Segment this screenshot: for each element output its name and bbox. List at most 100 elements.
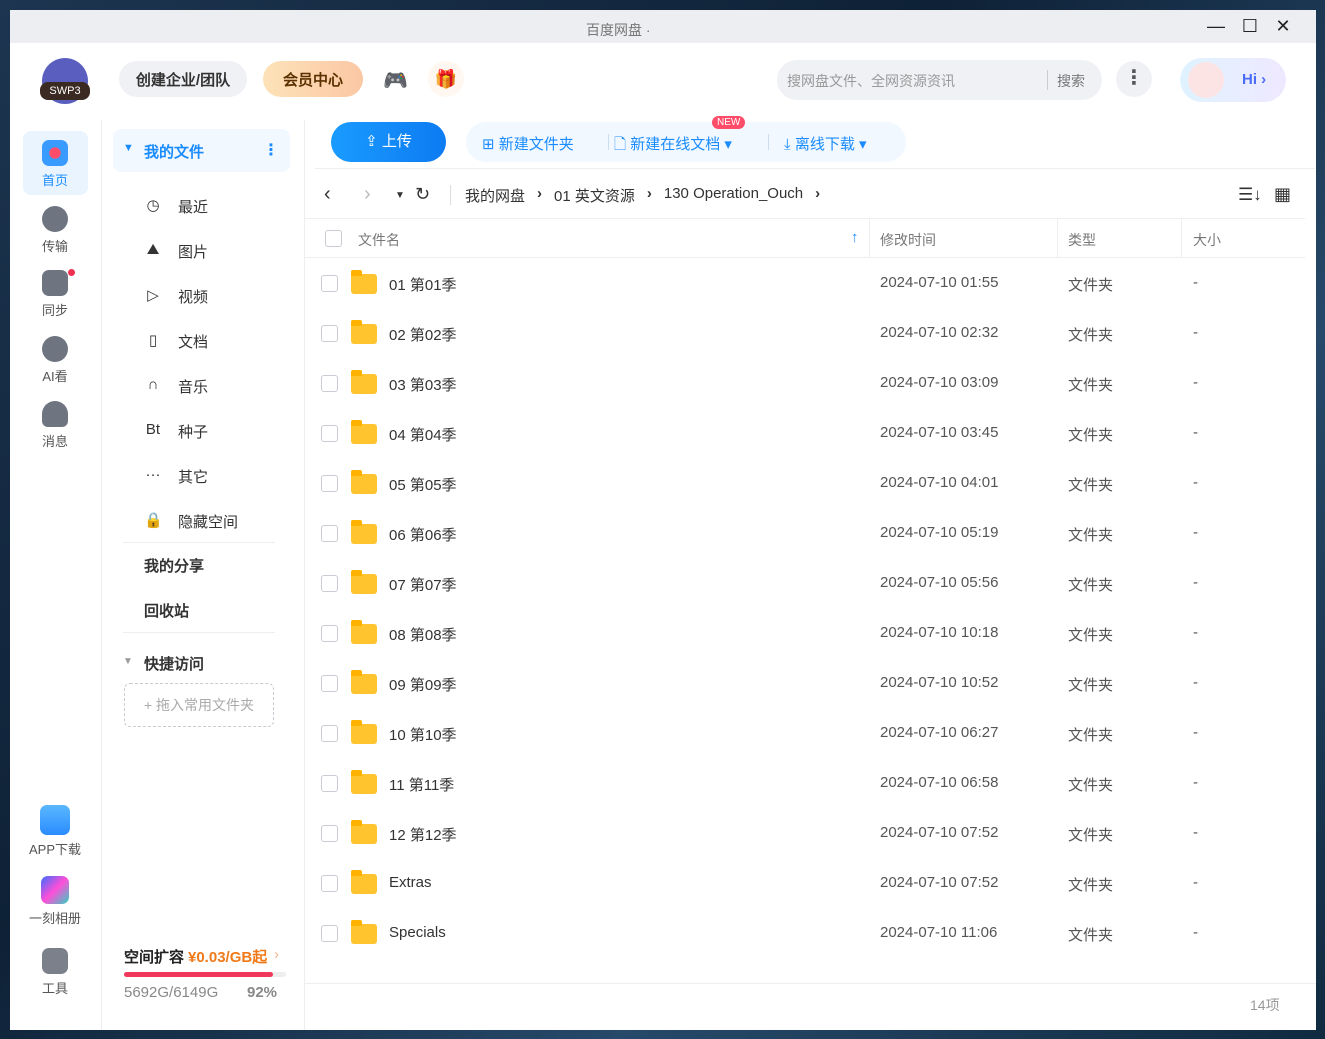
row-checkbox[interactable] [321,325,338,342]
breadcrumb-item[interactable]: 01 英文资源 [554,185,635,206]
row-checkbox[interactable] [321,425,338,442]
table-row[interactable]: 02 第02季 2024-07-10 02:32 文件夹 - [305,308,1305,358]
file-modified: 2024-07-10 04:01 [880,474,998,491]
nav-item-icon: 🔒 [144,511,162,529]
grid-view-icon[interactable]: ▦ [1274,184,1291,205]
storage-price[interactable]: ¥0.03/GB起 [188,946,267,967]
my-files-more-icon[interactable]: ⋮ [263,140,279,160]
new-folder-button[interactable]: ⊞ 新建文件夹 [482,133,574,154]
file-name[interactable]: 07 第07季 [389,574,457,595]
table-row[interactable]: 01 第01季 2024-07-10 01:55 文件夹 - [305,258,1305,308]
file-name[interactable]: 09 第09季 [389,674,457,695]
table-row[interactable]: 09 第09季 2024-07-10 10:52 文件夹 - [305,658,1305,708]
row-checkbox[interactable] [321,275,338,292]
column-size[interactable]: 大小 [1193,230,1221,250]
row-checkbox[interactable] [321,925,338,942]
nav-my-share[interactable]: 我的分享 [144,555,204,576]
file-name[interactable]: 12 第12季 [389,824,457,845]
game-icon[interactable]: 🎮 [383,68,408,93]
search-box[interactable]: 搜网盘文件、全网资源资讯 搜索 [777,60,1102,100]
select-all-checkbox[interactable] [325,230,342,247]
file-name[interactable]: 08 第08季 [389,624,457,645]
breadcrumb-item[interactable]: 我的网盘 [465,185,525,206]
rail-tools[interactable]: 工具 [22,948,88,997]
search-button[interactable]: 搜索 [1057,71,1085,91]
row-checkbox[interactable] [321,575,338,592]
storage-expand-label[interactable]: 空间扩容 [124,946,184,967]
new-online-doc-button[interactable]: 🗋 新建在线文档 ▾ [614,133,732,159]
close-button[interactable]: ✕ [1272,16,1294,37]
file-name[interactable]: 11 第11季 [389,774,454,795]
rail-album[interactable]: 一刻相册 [22,876,88,927]
breadcrumb-item[interactable]: 130 Operation_Ouch [664,185,803,206]
table-row[interactable]: 11 第11季 2024-07-10 06:58 文件夹 - [305,758,1305,808]
sync-icon [42,270,68,296]
table-row[interactable]: 10 第10季 2024-07-10 06:27 文件夹 - [305,708,1305,758]
history-dropdown[interactable]: ▼ [395,190,405,201]
table-row[interactable]: 04 第04季 2024-07-10 03:45 文件夹 - [305,408,1305,458]
maximize-button[interactable]: ☐ [1239,16,1261,37]
sort-icon[interactable]: ☰↓ [1238,185,1262,205]
offline-download-button[interactable]: ⤓ 离线下载 ▾ [784,133,867,154]
file-name[interactable]: 04 第04季 [389,424,457,445]
gift-icon[interactable]: 🎁 [428,61,464,97]
assistant-button[interactable]: Hi › [1180,58,1286,102]
back-button[interactable]: ‹ [324,183,331,206]
file-name[interactable]: 05 第05季 [389,474,457,495]
rail-ai-watch[interactable]: AI看 [22,336,88,385]
nav-recycle-bin[interactable]: 回收站 [144,600,189,621]
table-row[interactable]: 07 第07季 2024-07-10 05:56 文件夹 - [305,558,1305,608]
more-menu-icon[interactable]: ⋮ [1116,61,1152,97]
row-checkbox[interactable] [321,525,338,542]
table-row[interactable]: 03 第03季 2024-07-10 03:09 文件夹 - [305,358,1305,408]
forward-button[interactable]: › [364,183,371,206]
file-name[interactable]: Specials [389,924,446,941]
column-type[interactable]: 类型 [1068,230,1096,250]
rail-app-download[interactable]: APP下载 [22,805,88,858]
file-name[interactable]: 06 第06季 [389,524,457,545]
nav-item-icon: ··· [144,466,162,483]
upload-button[interactable]: ⇪ 上传 [331,122,446,162]
row-checkbox[interactable] [321,475,338,492]
file-name[interactable]: 10 第10季 [389,724,457,745]
create-team-button[interactable]: 创建企业/团队 [119,61,247,97]
home-icon [42,140,68,166]
nav-quick-access[interactable]: 快捷访问 [144,653,204,674]
vip-center-button[interactable]: 会员中心 [263,61,363,97]
row-checkbox[interactable] [321,825,338,842]
table-row[interactable]: 12 第12季 2024-07-10 07:52 文件夹 - [305,808,1305,858]
rail-messages[interactable]: 消息 [22,401,88,450]
sort-asc-icon[interactable]: ↑ [851,229,859,246]
file-name[interactable]: 01 第01季 [389,274,457,295]
column-modified[interactable]: 修改时间 [880,230,936,250]
table-row[interactable]: 08 第08季 2024-07-10 10:18 文件夹 - [305,608,1305,658]
row-checkbox[interactable] [321,725,338,742]
table-row[interactable]: 05 第05季 2024-07-10 04:01 文件夹 - [305,458,1305,508]
table-row[interactable]: Specials 2024-07-10 11:06 文件夹 - [305,908,1305,958]
row-checkbox[interactable] [321,875,338,892]
quick-access-drop-zone[interactable]: + 拖入常用文件夹 [124,683,274,727]
row-checkbox[interactable] [321,775,338,792]
file-name[interactable]: 03 第03季 [389,374,457,395]
rail-home[interactable]: 首页 [22,140,88,189]
rail-sync[interactable]: 同步 [22,270,88,319]
file-modified: 2024-07-10 03:45 [880,424,998,441]
row-checkbox[interactable] [321,675,338,692]
file-modified: 2024-07-10 11:06 [880,924,997,941]
nav-item-icon: ▷ [144,286,162,304]
file-modified: 2024-07-10 06:58 [880,774,998,791]
row-checkbox[interactable] [321,375,338,392]
refresh-icon[interactable]: ↻ [415,184,430,205]
minimize-button[interactable]: — [1205,16,1227,37]
table-row[interactable]: Extras 2024-07-10 07:52 文件夹 - [305,858,1305,908]
search-input[interactable]: 搜网盘文件、全网资源资讯 [787,71,955,91]
rail-transfer[interactable]: 传输 [22,206,88,255]
column-name[interactable]: 文件名 [358,230,400,250]
breadcrumb: 我的网盘› 01 英文资源› 130 Operation_Ouch› [465,185,820,206]
file-type: 文件夹 [1068,724,1113,745]
file-name[interactable]: Extras [389,874,432,891]
row-checkbox[interactable] [321,625,338,642]
nav-my-files[interactable]: ▼ 我的文件 ⋮ [113,129,290,172]
file-name[interactable]: 02 第02季 [389,324,457,345]
table-row[interactable]: 06 第06季 2024-07-10 05:19 文件夹 - [305,508,1305,558]
